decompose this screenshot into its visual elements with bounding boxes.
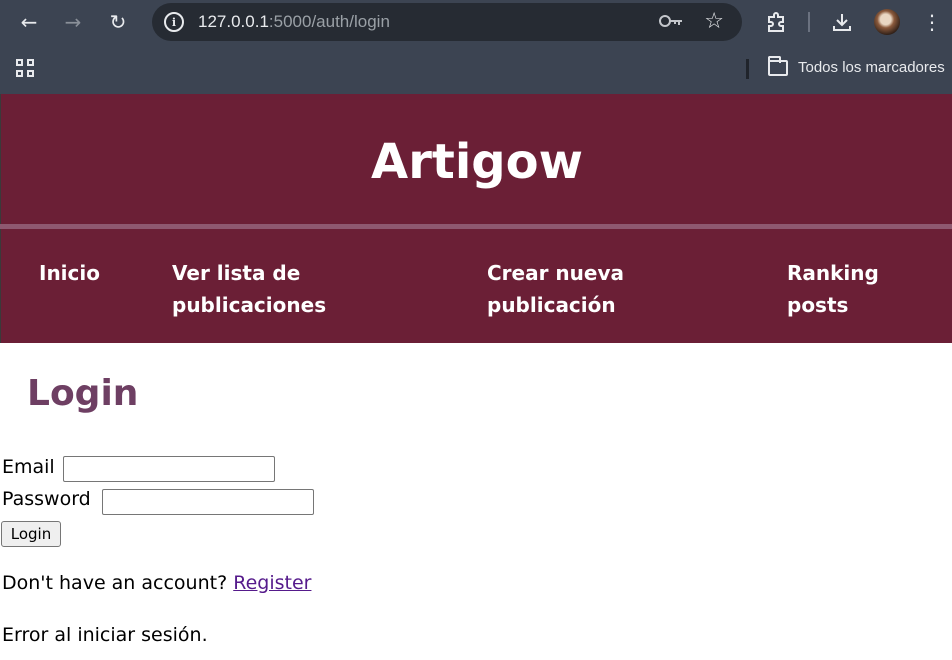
email-field[interactable]: [63, 456, 275, 482]
nav-link-lista-publicaciones[interactable]: Ver lista de publicaciones: [172, 257, 326, 321]
page-title: Login: [27, 373, 139, 414]
back-icon[interactable]: ←: [15, 8, 43, 36]
address-url[interactable]: 127.0.0.1:5000/auth/login: [198, 12, 390, 32]
forward-icon[interactable]: →: [59, 8, 87, 36]
nav-link-crear-publicacion[interactable]: Crear nueva publicación: [487, 257, 624, 321]
site-info-icon[interactable]: i: [164, 12, 184, 32]
toolbar-separator: [808, 12, 810, 32]
folder-icon[interactable]: [768, 56, 788, 76]
download-icon[interactable]: [828, 8, 856, 36]
bookmarks-separator: [746, 59, 749, 79]
site-header: Artigow: [0, 94, 952, 224]
email-label: Email: [2, 456, 55, 478]
extensions-icon[interactable]: [762, 8, 790, 36]
menu-kebab-icon[interactable]: ⋮: [918, 8, 946, 36]
nav-link-label: Ranking: [787, 261, 879, 285]
login-button[interactable]: Login: [1, 521, 61, 547]
password-field[interactable]: [102, 489, 314, 515]
password-label: Password: [2, 488, 91, 510]
nav-link-label: Ver lista de: [172, 261, 301, 285]
nav-link-label: publicación: [487, 293, 616, 317]
nav-link-label: Inicio: [39, 261, 100, 285]
nav-link-label: publicaciones: [172, 293, 327, 317]
register-prompt: Don't have an account? Register: [2, 572, 311, 594]
register-prompt-text: Don't have an account?: [2, 572, 228, 594]
reload-icon[interactable]: ↻: [104, 8, 132, 36]
register-link[interactable]: Register: [233, 572, 311, 594]
apps-grid-icon[interactable]: [16, 59, 36, 79]
all-bookmarks-label[interactable]: Todos los marcadores: [798, 59, 945, 76]
url-host: 127.0.0.1: [198, 12, 269, 31]
nav-link-label: posts: [787, 293, 849, 317]
browser-toolbar: ← → ↻ i 127.0.0.1:5000/auth/login ☆ ⋮: [0, 0, 952, 44]
bookmark-star-icon[interactable]: ☆: [704, 9, 724, 34]
site-title: Artigow: [371, 134, 583, 190]
site-nav: Inicio Ver lista de publicaciones Crear …: [0, 229, 952, 343]
bookmarks-bar: Todos los marcadores: [0, 44, 952, 94]
password-key-icon[interactable]: [658, 12, 684, 35]
error-message: Error al iniciar sesión.: [2, 624, 208, 646]
address-bar[interactable]: i 127.0.0.1:5000/auth/login ☆: [152, 3, 742, 41]
profile-avatar[interactable]: [874, 9, 900, 35]
nav-link-inicio[interactable]: Inicio: [39, 257, 100, 289]
nav-link-ranking-posts[interactable]: Ranking posts: [787, 257, 879, 321]
nav-link-label: Crear nueva: [487, 261, 625, 285]
url-path: :5000/auth/login: [268, 12, 390, 31]
